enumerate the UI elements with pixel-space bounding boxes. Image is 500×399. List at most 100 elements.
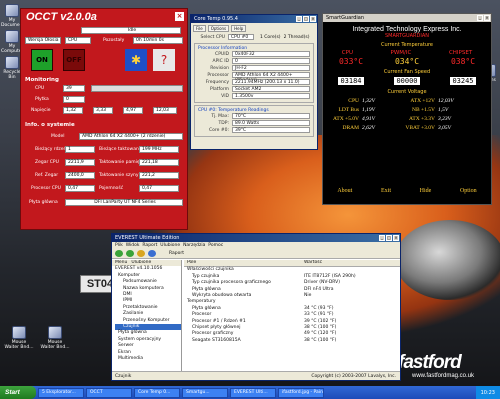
temp-label: PWM/IC [390,50,412,56]
info-value: 2211,9 [65,159,95,166]
info-label: Procesor CPU [31,186,61,191]
pwm-temp: 034°C [394,57,420,66]
everest-titlebar[interactable]: EVEREST Ultimate Edition _ □ × [112,234,400,242]
desktop-icon[interactable]: Mouse Waiter Bnd... [40,326,70,350]
info-value: 1 [65,146,95,153]
smartguardian-titlebar[interactable]: SmartGuardian _ × [323,14,491,22]
refresh-icon[interactable] [148,250,156,257]
mode-select[interactable]: Wersja Ołosia [25,37,61,44]
info-key: Processor [207,73,229,78]
volt-value: 1,19V [362,107,375,113]
taskbar-item[interactable]: ifastford.jpg - Paint [278,387,324,398]
volt-value: 1,32V [362,98,375,104]
temperature-title: Current Temperature [380,42,434,48]
close-icon[interactable]: × [484,15,490,21]
voltage-row: DRAM 2,62V VBAT +3.0V 3,05V [323,124,491,133]
minimize-icon[interactable]: _ [296,16,302,22]
voltage-title: Current Voltage [387,89,427,95]
test-name-field[interactable]: Idle [81,27,181,34]
menu-item[interactable]: Widok [126,243,140,248]
fan-title: Current Fan Speed [383,69,431,75]
field-name: Seagate ST3160815A [192,337,241,343]
close-icon[interactable]: × [393,235,399,241]
on-button[interactable]: ON [31,49,53,71]
temp-key: TDP: [218,121,229,126]
back-icon[interactable] [115,250,123,257]
off-button[interactable]: OFF [63,49,85,71]
volt-label: DRAM [342,125,359,131]
info-label: Taktowanie szyny [99,173,139,178]
everest-window: EVEREST Ultimate Edition _ □ × Plik Wido… [111,233,401,381]
menu-item[interactable]: Raport [142,243,157,248]
volt-value: 12,03V [438,98,454,104]
hide-button[interactable]: Hide [420,188,432,194]
temp-value: 89.0 Watts [232,120,310,126]
menu-item[interactable]: Narzędzia [183,243,205,248]
option-button[interactable]: Option [460,188,477,194]
start-button[interactable]: Start [0,386,36,399]
volt-label: ATX +5.0V [332,116,359,122]
column-header[interactable]: Wartość [304,260,400,266]
column-header[interactable]: Pole [184,260,304,266]
info-label: Model [51,134,65,139]
exit-button[interactable]: Exit [381,188,391,194]
coretemp-titlebar[interactable]: Core Temp 0.95.4 _ □ × [191,15,317,23]
minimize-icon[interactable]: _ [477,15,483,21]
menu-help[interactable]: Help [231,25,247,32]
type-select[interactable]: CPU [65,37,91,44]
status-left: Czujnik [115,374,132,379]
minimize-icon[interactable]: _ [379,235,385,241]
tree-item[interactable]: Multimedia [115,356,181,362]
menu-options[interactable]: Options [207,25,230,32]
info-value: Socket AM2 [232,86,310,92]
info-title: Info. o systemie [25,122,75,128]
report-button[interactable]: Raport [159,251,184,256]
taskbar-item[interactable]: Core Temp 0... [134,387,180,398]
processor-group: Processor Information CPUID 0x40F32 APIC … [194,43,314,103]
clock[interactable]: 10:23 [481,390,495,396]
volt-label: NB +1.5V [412,107,435,113]
help-icon[interactable]: ? [153,49,175,71]
info-label: Bieżące taktowanie [99,147,143,152]
forward-icon[interactable] [126,250,134,257]
desktop-icon[interactable]: Mouse Waiter Bnd... [4,326,34,350]
list-row[interactable]: Seagate ST3160815A 38 °C (100 °F) [184,338,400,344]
v5-value: 4,97 [123,107,143,114]
volt-label: ATX +12V [410,98,435,104]
settings-icon[interactable]: ✱ [125,49,147,71]
maximize-icon[interactable]: □ [303,16,309,22]
menu-item[interactable]: Pomoc [208,243,223,248]
document-icon [48,326,62,339]
up-icon[interactable] [137,250,145,257]
close-icon[interactable]: × [310,16,316,22]
cpu-select[interactable]: CPU #0 [228,34,254,40]
monitoring-title: Monitoring [25,77,59,83]
taskbar-item[interactable]: 5 Eksplorator... [38,387,84,398]
cpu-label: CPU [35,86,45,91]
menu-file[interactable]: File [193,25,206,32]
about-button[interactable]: About [337,188,352,194]
taskbar-item[interactable]: OCCT [86,387,132,398]
menu-item[interactable]: Ulubione [160,243,180,248]
close-icon[interactable]: × [175,12,184,21]
toolbar: Raport [112,249,400,259]
cpu-temp-value: 39 [63,85,85,92]
volt-label: VBAT +3.0V [405,125,435,131]
volt-value: 3,05V [438,125,451,131]
navigation-tree: Menu Ulubione EVEREST v4.10.1056 Kompute… [112,260,182,373]
taskbar-item[interactable]: Smartgu... [182,387,228,398]
menu-item[interactable]: Plik [115,243,123,248]
fan-speed: 00000 [394,77,420,85]
info-value: 2400,0 [65,172,95,179]
maximize-icon[interactable]: □ [386,235,392,241]
temp-key: Core #0: [209,128,229,133]
info-key: Frequency [205,80,229,85]
occt-window: OCCT v2.0.0a × Idle Wersja Ołosia CPU Po… [20,8,188,230]
info-row: VID 1.3500v [195,93,313,100]
info-row: CPUID 0x40F32 [195,51,313,58]
chipset-temp: 038°C [450,57,476,66]
status-right: Copyright (c) 2003-2007 Lavalys, Inc. [311,374,396,379]
taskbar-item[interactable]: EVEREST Ulti... [230,387,276,398]
select-label: Select CPU [200,35,225,40]
info-label: Zegar CPU [35,160,59,165]
